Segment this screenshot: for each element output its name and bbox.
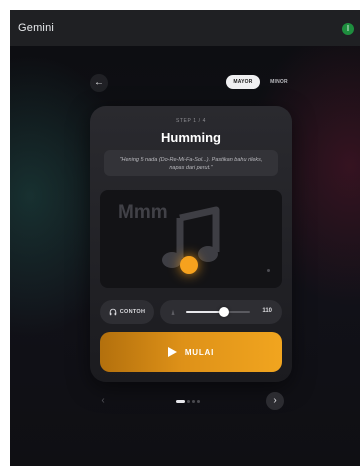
- arrow-left-icon: ←: [94, 77, 104, 88]
- pager-dot-active[interactable]: [176, 399, 185, 403]
- mode-major-button[interactable]: MAYOR: [226, 75, 260, 89]
- mode-toggle: MAYOR MINOR: [226, 75, 298, 89]
- top-bar: Gemini I: [10, 10, 360, 46]
- exercise-title: Humming: [161, 130, 221, 145]
- instruction-box: "Hening 5 nada (Do-Re-Mi-Fa-Sol...). Pas…: [104, 150, 278, 176]
- exercise-card: STEP 1 / 4 Humming "Hening 5 nada (Do-Re…: [90, 106, 292, 382]
- chevron-right-icon: ›: [273, 395, 277, 406]
- app-window: Gemini I ← MAYOR MINOR STEP 1 / 4 Hummin…: [10, 10, 360, 466]
- play-icon: [167, 347, 177, 357]
- tempo-slider-thumb[interactable]: [219, 307, 230, 317]
- user-avatar[interactable]: I: [342, 23, 354, 35]
- mode-minor-button[interactable]: MINOR: [262, 75, 296, 89]
- pager-dot[interactable]: [187, 399, 190, 403]
- headphones-icon: [109, 308, 116, 316]
- tempo-control: 110: [160, 300, 282, 324]
- next-button[interactable]: ›: [266, 392, 284, 410]
- start-label: MULAI: [184, 347, 215, 357]
- tempo-slider[interactable]: [186, 311, 250, 313]
- metronome-icon: [171, 309, 175, 315]
- start-button[interactable]: MULAI: [100, 332, 282, 372]
- step-label: STEP 1 / 4: [175, 118, 207, 124]
- chevron-left-icon: ‹: [101, 395, 105, 406]
- tempo-value: 110: [262, 308, 272, 314]
- example-label: CONTOH: [119, 309, 146, 315]
- pitch-indicator: [180, 256, 198, 274]
- previous-button[interactable]: ‹: [94, 392, 112, 410]
- corner-dot: [267, 269, 270, 272]
- example-button[interactable]: CONTOH: [100, 300, 154, 324]
- pager-dot[interactable]: [192, 399, 195, 403]
- pitch-visualizer: Mmm: [100, 190, 282, 288]
- pager-dot[interactable]: [197, 399, 200, 403]
- app-title: Gemini: [18, 22, 55, 34]
- step-pager: [176, 399, 200, 403]
- exercise-stage: ← MAYOR MINOR STEP 1 / 4 Humming "Hening…: [10, 46, 360, 466]
- back-button[interactable]: ←: [90, 74, 108, 92]
